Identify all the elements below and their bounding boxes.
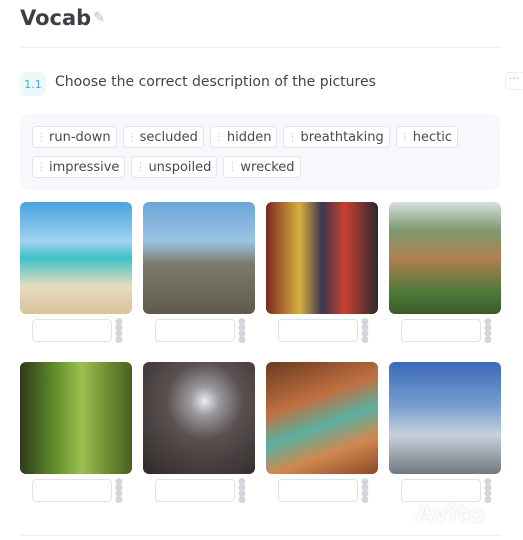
answer-drop-field[interactable]	[401, 319, 481, 342]
drag-handle-icon: ⋮	[227, 161, 238, 173]
picture-item: ● ● ● ●	[143, 202, 255, 345]
picture-item: ● ● ● ●	[389, 202, 501, 345]
word-chip[interactable]: ⋮ unspoiled	[131, 156, 218, 178]
answer-drop-field[interactable]	[401, 479, 481, 502]
picture-item: ● ● ● ●	[266, 362, 378, 505]
word-label: breathtaking	[300, 129, 384, 145]
answer-drop-field[interactable]	[278, 479, 358, 502]
word-label: impressive	[49, 159, 120, 175]
drag-handle-icon: ⋮	[36, 131, 46, 143]
word-chip[interactable]: ⋮ wrecked	[223, 156, 301, 178]
word-label: run-down	[49, 129, 111, 145]
picture-item: ● ● ● ●	[389, 362, 501, 505]
divider	[20, 47, 501, 48]
drag-handle-icon: ⋮	[135, 161, 146, 173]
word-label: hidden	[226, 129, 272, 145]
drag-handle-icon: ⋮	[399, 131, 410, 143]
answer-drop-field[interactable]	[32, 319, 112, 342]
watermark: Avito	[415, 500, 485, 528]
word-chip[interactable]: ⋮ hectic	[395, 126, 459, 148]
more-options-button[interactable]: ···	[505, 72, 523, 90]
picture-item: ● ● ● ●	[266, 202, 378, 345]
drag-handle-icon[interactable]: ● ● ● ●	[361, 318, 369, 345]
picture-item: ● ● ● ●	[20, 202, 132, 345]
word-chip[interactable]: ⋮ secluded	[122, 126, 204, 148]
drag-handle-icon: ⋮	[213, 131, 224, 143]
question-number-badge: 1.1	[20, 72, 46, 96]
drag-handle-icon: ⋮	[287, 131, 298, 143]
drag-handle-icon: ⋮	[126, 131, 137, 143]
picture-busy-city-street	[266, 202, 378, 314]
answer-drop-field[interactable]	[278, 319, 358, 342]
word-chip[interactable]: ⋮ run-down	[32, 126, 117, 148]
picture-rock-pillars-mountains	[389, 202, 501, 314]
title-text: Vocab	[20, 6, 92, 30]
word-chip[interactable]: ⋮ impressive	[32, 156, 126, 178]
drag-handle-icon: ⋮	[36, 161, 46, 173]
answer-drop-field[interactable]	[155, 479, 235, 502]
picture-underground-cave	[266, 362, 378, 474]
picture-item: ● ● ● ●	[20, 362, 132, 505]
picture-forest-path	[20, 362, 132, 474]
picture-item: ● ● ● ●	[143, 362, 255, 505]
drag-handle-icon[interactable]: ● ● ● ●	[238, 318, 246, 345]
answer-drop-field[interactable]	[155, 319, 235, 342]
picture-modern-building	[389, 362, 501, 474]
answer-drop-field[interactable]	[32, 479, 112, 502]
divider	[20, 535, 501, 536]
word-chip[interactable]: ⋮ hidden	[209, 126, 278, 148]
pencil-icon[interactable]: ✎	[93, 10, 105, 26]
picture-tropical-beach	[20, 202, 132, 314]
word-bank: ⋮ run-down ⋮ secluded ⋮ hidden ⋮ breathtaking ⋮ h…	[20, 114, 500, 190]
drag-handle-icon[interactable]: ● ● ● ●	[238, 478, 246, 505]
word-label: secluded	[139, 129, 198, 145]
word-label: unspoiled	[148, 159, 212, 175]
drag-handle-icon[interactable]: ● ● ● ●	[115, 478, 123, 505]
drag-handle-icon[interactable]: ● ● ● ●	[115, 318, 123, 345]
word-chip[interactable]: ⋮ breathtaking	[283, 126, 390, 148]
drag-handle-icon[interactable]: ● ● ● ●	[361, 478, 369, 505]
picture-ruined-corridor	[143, 362, 255, 474]
drag-handle-icon[interactable]: ● ● ● ●	[484, 318, 492, 345]
question-text: Choose the correct description of the pi…	[55, 74, 376, 90]
word-label: hectic	[412, 129, 453, 145]
picture-stone-ruin	[143, 202, 255, 314]
page-title: Vocab ✎	[20, 6, 105, 30]
word-label: wrecked	[240, 159, 295, 175]
